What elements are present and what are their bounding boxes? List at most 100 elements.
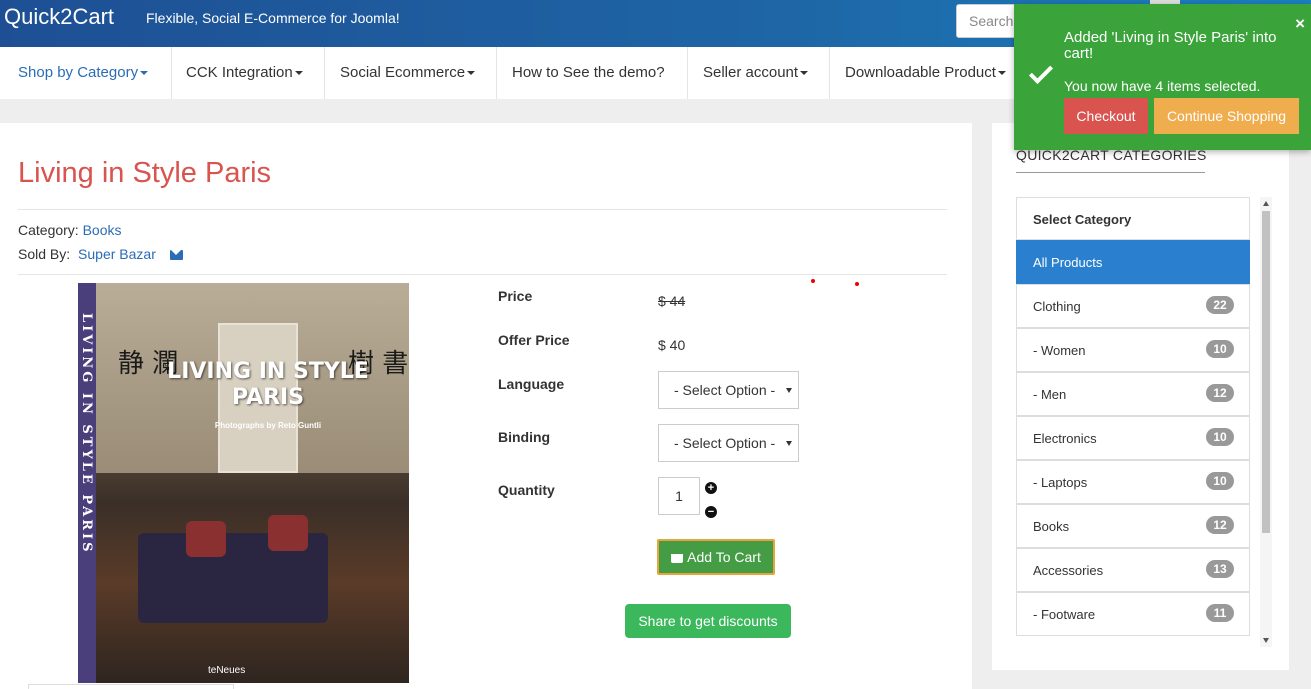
cover-subtitle: Photographs by Reto Guntli	[214, 421, 322, 430]
heading-underline	[1016, 172, 1205, 173]
nav-label: Downloadable Product	[845, 64, 996, 81]
select-value: - Select Option -	[674, 382, 776, 398]
category-all-products[interactable]: All Products	[1016, 240, 1250, 284]
caret-down-icon	[800, 71, 809, 76]
offer-price: $ 40	[658, 337, 686, 353]
caret-down-icon	[294, 71, 303, 76]
count-badge: 13	[1206, 560, 1234, 578]
spine-title: LIVING IN STYLE PARIS	[79, 313, 94, 555]
language-select[interactable]: - Select Option -	[658, 371, 799, 409]
binding-select[interactable]: - Select Option -	[658, 424, 799, 462]
category-books[interactable]: Books 12	[1016, 504, 1250, 548]
category-label: - Men	[1033, 387, 1067, 402]
category-label: - Laptops	[1033, 475, 1088, 490]
scroll-thumb[interactable]	[1262, 211, 1270, 533]
nav-social-ecommerce[interactable]: Social Ecommerce	[322, 47, 497, 99]
category-label: Clothing	[1033, 299, 1081, 314]
cart-notification: × Added 'Living in Style Paris' into car…	[1014, 4, 1311, 150]
divider	[18, 209, 947, 210]
seller-link[interactable]: Super Bazar	[78, 246, 156, 262]
chevron-down-icon	[786, 441, 792, 446]
nav-seller-account[interactable]: Seller account	[685, 47, 830, 99]
count-badge: 22	[1206, 296, 1234, 314]
nav-label: CCK Integration	[186, 64, 293, 81]
category-laptops[interactable]: - Laptops 10	[1016, 460, 1250, 504]
share-button[interactable]: Share to get discounts	[625, 604, 791, 638]
nav-label: How to See the demo?	[512, 64, 665, 81]
count-badge: 12	[1206, 516, 1234, 534]
add-to-cart-label: Add To Cart	[687, 549, 761, 565]
nav-label: Social Ecommerce	[340, 64, 466, 81]
category-footware[interactable]: - Footware 11	[1016, 592, 1250, 636]
sold-by-label: Sold By:	[18, 246, 71, 262]
minus-icon[interactable]: −	[705, 506, 717, 518]
cover-spine: LIVING IN STYLE PARIS	[78, 283, 96, 683]
product-category: Category: Books	[18, 222, 122, 238]
caret-down-icon	[140, 71, 149, 76]
cover-publisher: teNeues	[208, 665, 246, 676]
continue-shopping-button[interactable]: Continue Shopping	[1154, 98, 1299, 134]
categories-sidebar: QUICK2CART CATEGORIES Select Category Al…	[992, 123, 1289, 670]
count-badge: 10	[1206, 472, 1234, 490]
marker-dot	[855, 282, 859, 286]
plus-icon[interactable]: +	[705, 482, 717, 494]
category-accessories[interactable]: Accessories 13	[1016, 548, 1250, 592]
cart-icon	[671, 554, 684, 563]
category-label: Books	[1033, 519, 1070, 534]
select-value: - Select Option -	[674, 435, 776, 451]
cover-cushion	[186, 521, 226, 557]
scroll-up-icon[interactable]	[1263, 201, 1269, 206]
count-badge: 10	[1206, 340, 1234, 358]
caret-down-icon	[467, 71, 476, 76]
select-category-header: Select Category	[1016, 197, 1250, 240]
category-men[interactable]: - Men 12	[1016, 372, 1250, 416]
quantity-input[interactable]: 1	[658, 477, 700, 515]
count-badge: 12	[1206, 384, 1234, 402]
site-tagline: Flexible, Social E-Commerce for Joomla!	[146, 10, 400, 26]
category-label: Category:	[18, 222, 79, 238]
binding-label: Binding	[498, 429, 551, 445]
category-clothing[interactable]: Clothing 22	[1016, 284, 1250, 328]
add-to-cart-button[interactable]: Add To Cart	[657, 539, 775, 575]
count-badge: 10	[1206, 428, 1234, 446]
product-title: Living in Style Paris	[18, 157, 272, 189]
category-link[interactable]: Books	[83, 222, 122, 238]
offer-price-label: Offer Price	[498, 332, 570, 348]
nav-downloadable-product[interactable]: Downloadable Product	[827, 47, 1017, 99]
envelope-icon[interactable]	[169, 250, 183, 261]
quantity-label: Quantity	[498, 482, 555, 498]
cover-title: LIVING IN STYLE PARIS	[167, 359, 369, 410]
notification-message: Added 'Living in Style Paris' into cart!	[1064, 29, 1277, 62]
checkout-button[interactable]: Checkout	[1064, 98, 1148, 134]
price-label: Price	[498, 288, 533, 304]
cover-cushion	[268, 515, 308, 551]
brand-logo[interactable]: Quick2Cart	[4, 4, 114, 30]
caret-down-icon	[997, 71, 1006, 76]
product-seller: Sold By: Super Bazar	[18, 246, 183, 262]
count-badge: 11	[1206, 604, 1234, 622]
nav-label: Seller account	[703, 64, 799, 81]
category-list: Select Category All Products Clothing 22…	[1016, 197, 1250, 636]
category-women[interactable]: - Women 10	[1016, 328, 1250, 372]
product-image[interactable]: 静 瀾 樹 書 LIVING IN STYLE PARIS Photograph…	[78, 283, 409, 683]
nav-label: Shop by Category	[18, 64, 139, 81]
nav-how-to-see-demo[interactable]: How to See the demo?	[494, 47, 688, 99]
category-label: - Footware	[1033, 607, 1096, 622]
details-tab[interactable]	[28, 684, 234, 689]
checkmark-icon	[1028, 59, 1054, 85]
category-scrollbar[interactable]	[1260, 197, 1272, 647]
marker-dot	[811, 279, 815, 283]
category-electronics[interactable]: Electronics 10	[1016, 416, 1250, 460]
divider	[18, 274, 947, 275]
scroll-down-icon[interactable]	[1263, 638, 1269, 643]
original-price: $ 44	[658, 293, 686, 309]
nav-shop-by-category[interactable]: Shop by Category	[0, 47, 172, 99]
items-count-text: You now have 4 items selected.	[1064, 78, 1261, 94]
category-label: Electronics	[1033, 431, 1097, 446]
close-icon[interactable]: ×	[1295, 14, 1305, 34]
product-panel: Living in Style Paris Category: Books So…	[0, 123, 972, 689]
category-label: - Women	[1033, 343, 1086, 358]
category-label: Accessories	[1033, 563, 1104, 578]
nav-cck-integration[interactable]: CCK Integration	[168, 47, 325, 99]
language-label: Language	[498, 376, 565, 392]
